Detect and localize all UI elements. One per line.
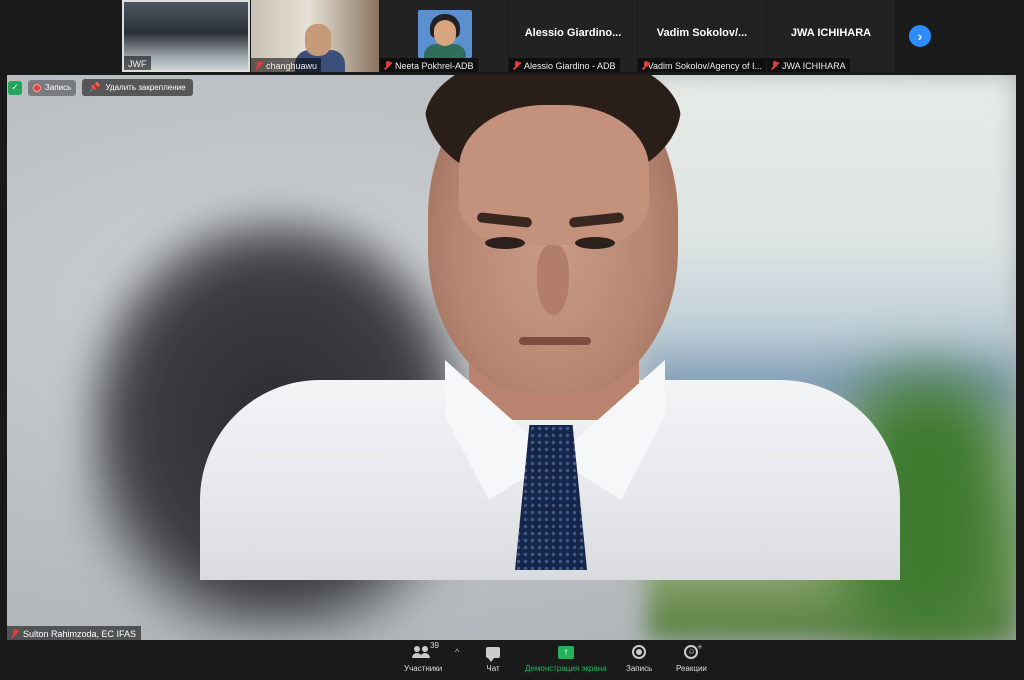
chevron-right-icon: › [917,28,923,44]
mic-off-icon [513,61,521,70]
participant-name: JWA ICHIHARA [767,58,850,72]
participant-name: changhuawu [251,58,322,72]
recording-indicator[interactable]: Запись [28,79,77,96]
share-screen-button[interactable]: ↑ Демонстрация экрана [525,643,607,673]
unpin-button[interactable]: 📌 Удалить закрепление [82,79,193,96]
chat-icon [486,646,500,662]
pin-icon: 📌 [89,82,101,92]
speaker-name-label: Sulton Rahimzoda, EC IFAS [7,626,142,640]
participant-name: JWF [124,56,151,70]
thumbnail-neeta-pokhrel[interactable]: Neeta Pokhrel-ADB [380,0,508,72]
mic-off-icon [11,629,19,638]
chat-button[interactable]: Чат [486,643,500,673]
reactions-button[interactable]: ☺ + Реакции [676,642,707,673]
mic-off-icon [384,61,392,70]
record-button[interactable]: Запись [626,643,652,673]
thumbnail-changhuawu[interactable]: changhuawu [251,0,379,72]
record-icon [632,645,647,659]
thumbnail-alessio-giardino[interactable]: Alessio Giardino... Alessio Giardino - A… [509,0,637,72]
thumbnail-jwf[interactable]: JWF [122,0,250,72]
record-icon [33,83,41,92]
participant-name: Neeta Pokhrel-ADB [380,58,478,72]
participants-button[interactable]: 39 Участники [404,641,442,673]
thumbnail-vadim-sokolov[interactable]: Vadim Sokolov/... Vadim Sokolov/Agency o… [638,0,766,72]
participants-count: 39 [430,641,440,650]
participant-display-name: Vadim Sokolov/... [656,27,748,39]
video-overlay-controls: ✓ Запись 📌 Удалить закрепление [8,79,193,96]
thumbnail-jwa-ichihara[interactable]: JWA ICHIHARA JWA ICHIHARA [767,0,895,72]
mic-off-icon [642,61,648,70]
participant-name: Vadim Sokolov/Agency of I... [638,58,766,72]
participant-display-name: Alessio Giardino... [524,27,622,39]
participant-strip: JWF changhuawu Neeta Pokhrel-ADB Alessio… [0,0,1024,73]
avatar [418,10,472,58]
share-screen-icon: ↑ [557,645,574,659]
main-video [7,75,1016,640]
mic-off-icon [771,61,779,70]
reactions-icon: ☺ + [684,642,702,659]
meeting-toolbar: 39 Участники ^ Чат ↑ Демонстрация экрана… [0,640,1024,680]
shield-icon[interactable]: ✓ [8,80,22,95]
mic-off-icon [255,61,263,70]
participant-name: Alessio Giardino - ADB [509,58,620,72]
chevron-up-icon[interactable]: ^ [455,647,459,657]
next-page-button[interactable]: › [909,25,931,47]
participant-display-name: JWA ICHIHARA [790,27,872,39]
